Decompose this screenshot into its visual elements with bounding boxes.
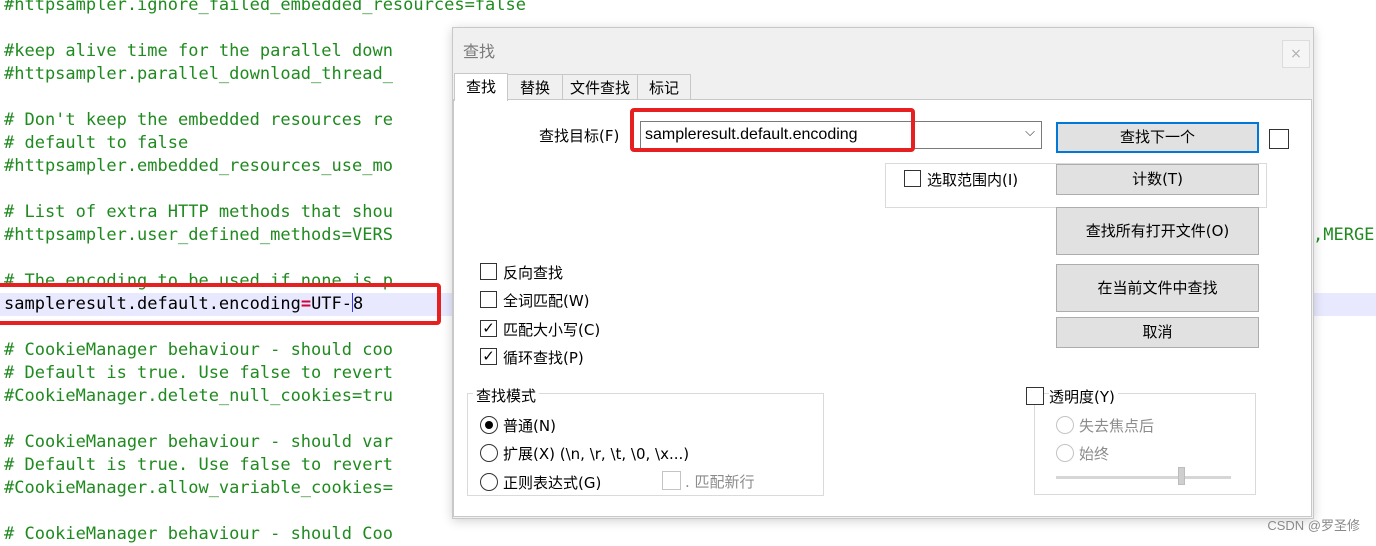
code-line: #httpsampler.ignore_failed_embedded_reso… xyxy=(4,0,526,15)
tab-find[interactable]: 查找 xyxy=(454,73,508,101)
cancel-button[interactable]: 取消 xyxy=(1056,317,1259,348)
find-all-open-files-button[interactable]: 查找所有打开文件(O) xyxy=(1056,207,1259,255)
whole-word-checkbox[interactable] xyxy=(480,291,497,308)
match-case-label: 匹配大小写(C) xyxy=(503,321,601,339)
code-line: # CookieManager behaviour - should var xyxy=(4,432,393,452)
transparency-slider-track[interactable] xyxy=(1056,476,1231,479)
highlight-annotation-code xyxy=(0,283,441,325)
in-selection-label: 选取范围内(I) xyxy=(927,171,1019,189)
find-next-button[interactable]: 查找下一个 xyxy=(1056,122,1259,153)
code-line: #keep alive time for the parallel down xyxy=(4,41,393,61)
tab-find-in-files[interactable]: 文件查找 xyxy=(562,74,638,100)
code-line: # List of extra HTTP methods that shou xyxy=(4,202,393,222)
highlight-annotation-search xyxy=(630,108,915,152)
tab-mark[interactable]: 标记 xyxy=(637,74,691,100)
transparency-checkbox[interactable] xyxy=(1026,387,1044,405)
transparency-label: 透明度(Y) xyxy=(1049,386,1118,407)
tab-replace[interactable]: 替换 xyxy=(507,74,563,100)
find-next-option-checkbox[interactable] xyxy=(1269,129,1289,149)
search-mode-title: 查找模式 xyxy=(473,385,540,406)
code-overflow-text: ,MERGE xyxy=(1313,225,1375,245)
in-selection-checkbox[interactable] xyxy=(904,170,921,187)
code-line: # default to false xyxy=(4,133,189,153)
wrap-around-label: 循环查找(P) xyxy=(503,349,584,367)
mode-extended-label: 扩展(X) (\n, \r, \t, \0, \x...) xyxy=(503,445,690,463)
mode-regex-radio[interactable] xyxy=(480,473,498,491)
transparency-slider-thumb[interactable] xyxy=(1178,467,1185,485)
always-radio[interactable] xyxy=(1056,444,1074,462)
backward-checkbox[interactable] xyxy=(480,263,497,280)
on-lose-focus-radio[interactable] xyxy=(1056,416,1074,434)
code-line: # Default is true. Use false to revert xyxy=(4,363,393,383)
count-button[interactable]: 计数(T) xyxy=(1056,164,1259,195)
code-line: # CookieManager behaviour - should coo xyxy=(4,340,393,360)
find-dialog: 查找 × 查找 替换 文件查找 标记 查找目标(F) sampleresult.… xyxy=(452,27,1314,519)
mode-extended-radio[interactable] xyxy=(480,444,498,462)
wrap-around-checkbox[interactable]: ✓ xyxy=(480,348,497,365)
chevron-down-icon[interactable]: ⌵ xyxy=(1025,125,1035,140)
match-case-checkbox[interactable]: ✓ xyxy=(480,320,497,337)
mode-normal-radio[interactable] xyxy=(480,416,498,434)
radio-selected-dot xyxy=(485,421,493,429)
code-line: #httpsampler.parallel_download_thread_ xyxy=(4,64,393,84)
dot-matches-newline-label: . 匹配新行 xyxy=(685,473,755,491)
code-line: #httpsampler.embedded_resources_use_mo xyxy=(4,156,393,176)
watermark: CSDN @罗圣修 xyxy=(1267,518,1360,533)
backward-label: 反向查找 xyxy=(503,264,564,282)
whole-word-label: 全词匹配(W) xyxy=(503,292,590,310)
mode-normal-label: 普通(N) xyxy=(503,417,556,435)
find-target-label: 查找目标(F) xyxy=(539,127,620,145)
dot-matches-newline-checkbox[interactable] xyxy=(662,471,681,490)
on-lose-focus-label: 失去焦点后 xyxy=(1079,417,1155,435)
mode-regex-label: 正则表达式(G) xyxy=(503,474,602,492)
code-line: # Don't keep the embedded resources re xyxy=(4,110,393,130)
find-in-current-file-button[interactable]: 在当前文件中查找 xyxy=(1056,264,1259,312)
code-line: #CookieManager.delete_null_cookies=tru xyxy=(4,386,393,406)
always-label: 始终 xyxy=(1079,445,1110,463)
code-line: #CookieManager.allow_variable_cookies= xyxy=(4,478,393,498)
code-line: #httpsampler.user_defined_methods=VERS xyxy=(4,225,393,245)
close-button[interactable]: × xyxy=(1282,40,1310,68)
dialog-title: 查找 xyxy=(463,42,496,61)
code-line: # Default is true. Use false to revert xyxy=(4,455,393,475)
